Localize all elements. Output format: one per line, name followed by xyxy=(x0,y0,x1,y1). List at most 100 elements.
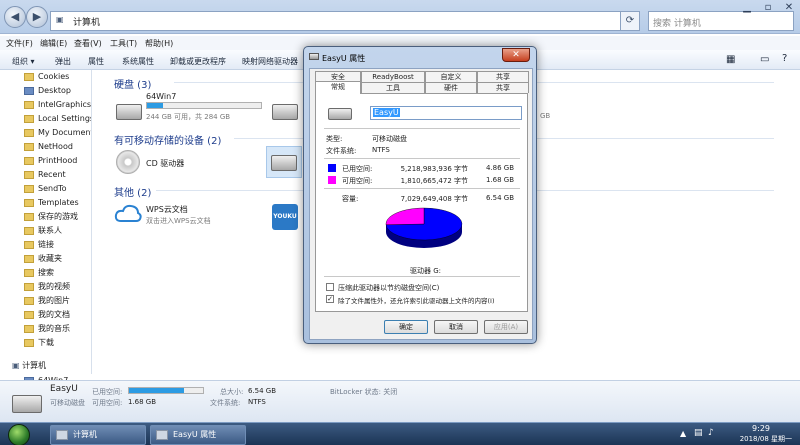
eject-button[interactable]: 弹出 xyxy=(55,56,71,67)
group-other[interactable]: 其他 (2) xyxy=(114,184,151,199)
disk-usage-pie xyxy=(385,207,463,248)
index-checkbox[interactable]: ✓ xyxy=(326,295,334,303)
nav-item[interactable]: 我的文档 xyxy=(24,308,91,322)
detail-free-value: 1.68 GB xyxy=(128,398,157,406)
nav-item[interactable]: IntelGraphicsP xyxy=(24,98,91,112)
cd-drive-name[interactable]: CD 驱动器 xyxy=(146,158,184,169)
drive-b-free: GB xyxy=(540,112,551,120)
nav-computer[interactable]: ▣ 计算机 xyxy=(12,360,46,371)
computer-small-icon: ▣ xyxy=(56,15,64,24)
tab-readyboost[interactable]: ReadyBoost xyxy=(361,71,425,82)
minimize-button[interactable]: ▁ xyxy=(736,0,758,18)
view-options-icon[interactable]: ▦ xyxy=(726,54,735,65)
address-bar[interactable]: ▣ 计算机 xyxy=(50,11,628,31)
nav-item[interactable]: 下载 xyxy=(24,336,91,350)
refresh-button[interactable]: ⟳ xyxy=(620,11,640,31)
youku-icon[interactable]: YOUKU xyxy=(272,204,298,230)
selected-drive-highlight[interactable] xyxy=(266,146,302,178)
group-removable[interactable]: 有可移动存储的设备 (2) xyxy=(114,132,221,147)
clock-date[interactable]: 2018/08 星期一 xyxy=(740,434,792,444)
search-placeholder: 搜索 计算机 xyxy=(653,19,701,29)
dialog-close-button[interactable]: ✕ xyxy=(502,48,530,62)
maximize-button[interactable]: ▫ xyxy=(758,0,778,18)
compress-checkbox[interactable] xyxy=(326,283,334,291)
properties-button[interactable]: 属性 xyxy=(88,56,104,67)
tab-hardware[interactable]: 硬件 xyxy=(425,82,477,93)
forward-button[interactable]: ▶ xyxy=(26,6,48,28)
hard-disk-icon xyxy=(272,104,298,120)
dialog-body: 安全 ReadyBoost 自定义 共享 常规 工具 硬件 共享 EasyU 类… xyxy=(309,68,533,340)
index-label[interactable]: 除了文件属性外，还允许索引此驱动器上文件的内容(I) xyxy=(338,295,526,305)
cd-drive-icon xyxy=(116,150,140,174)
nav-item[interactable]: 我的图片 xyxy=(24,294,91,308)
detail-bitlocker: BitLocker 状态: 关闭 xyxy=(330,388,398,396)
drive-c-usage-fill xyxy=(147,103,163,108)
cancel-button[interactable]: 取消 xyxy=(434,320,478,334)
clock-time[interactable]: 9:29 xyxy=(752,424,770,433)
usb-drive-icon xyxy=(271,155,297,171)
drive-c-name[interactable]: 64Win7 xyxy=(146,92,176,101)
help-icon[interactable]: ? xyxy=(782,53,787,64)
nav-item[interactable]: 保存的游戏 xyxy=(24,210,91,224)
menu-view[interactable]: 查看(V) xyxy=(74,38,102,49)
tray-show-hidden-icon[interactable]: ▲ xyxy=(680,429,686,438)
computer-icon: ▣ xyxy=(12,361,20,370)
nav-item[interactable]: Desktop xyxy=(24,84,91,98)
nav-item[interactable]: SendTo xyxy=(24,182,91,196)
menu-help[interactable]: 帮助(H) xyxy=(145,38,173,49)
network-icon[interactable]: ▤ xyxy=(694,428,703,438)
uninstall-program-button[interactable]: 卸载或更改程序 xyxy=(170,56,226,67)
nav-item[interactable]: 我的视频 xyxy=(24,280,91,294)
nav-item[interactable]: Recent xyxy=(24,168,91,182)
menu-file[interactable]: 文件(F) xyxy=(6,38,33,49)
pie-slice-free xyxy=(385,207,425,226)
usb-drive-icon xyxy=(328,108,352,120)
start-button[interactable] xyxy=(8,424,30,445)
detail-total-label: 总大小: xyxy=(220,388,244,396)
menu-tools[interactable]: 工具(T) xyxy=(110,38,137,49)
nav-item[interactable]: NetHood xyxy=(24,140,91,154)
apply-button[interactable]: 应用(A) xyxy=(484,320,528,334)
capacity-label: 容量: xyxy=(342,195,359,203)
detail-usage-fill xyxy=(129,388,184,393)
tab-customize[interactable]: 自定义 xyxy=(425,71,477,82)
nav-item[interactable]: 收藏夹 xyxy=(24,252,91,266)
nav-item[interactable]: Local Settings xyxy=(24,112,91,126)
wps-name[interactable]: WPS云文档 xyxy=(146,204,188,215)
map-network-drive-button[interactable]: 映射网络驱动器 xyxy=(242,56,298,67)
compress-label[interactable]: 压缩此驱动器以节约磁盘空间(C) xyxy=(338,283,439,293)
nav-item[interactable]: 联系人 xyxy=(24,224,91,238)
nav-item[interactable]: My Documents xyxy=(24,126,91,140)
nav-item[interactable]: 搜索 xyxy=(24,266,91,280)
taskbar-item-properties[interactable]: EasyU 属性 xyxy=(150,425,246,445)
close-button[interactable]: ✕ xyxy=(778,0,800,18)
tab-tools[interactable]: 工具 xyxy=(361,82,425,93)
hard-disk-icon xyxy=(116,104,142,120)
nav-item[interactable]: PrintHood xyxy=(24,154,91,168)
capacity-bytes: 7,029,649,408 字节 xyxy=(400,195,468,203)
usb-drive-icon xyxy=(12,395,42,413)
drive-name-input[interactable]: EasyU xyxy=(370,106,522,120)
nav-item[interactable]: Templates xyxy=(24,196,91,210)
taskbar-item-computer[interactable]: 计算机 xyxy=(50,425,146,445)
organize-button[interactable]: 组织 ▾ xyxy=(12,56,35,67)
separator xyxy=(324,188,520,189)
nav-item[interactable]: 我的音乐 xyxy=(24,322,91,336)
tab-custom[interactable]: 共享 xyxy=(477,71,529,82)
tab-general[interactable]: 常规 xyxy=(315,81,361,94)
free-bytes: 1,810,665,472 字节 xyxy=(400,177,468,185)
ok-button[interactable]: 确定 xyxy=(384,320,428,334)
volume-icon[interactable]: ♪ xyxy=(708,428,714,438)
detail-fs-label: 文件系统: xyxy=(210,399,241,407)
menu-edit[interactable]: 编辑(E) xyxy=(40,38,67,49)
taskbar: 计算机 EasyU 属性 ▲ ▤ ♪ 9:29 2018/08 星期一 xyxy=(0,422,800,445)
group-hard-disks[interactable]: 硬盘 (3) xyxy=(114,76,151,91)
system-properties-button[interactable]: 系统属性 xyxy=(122,56,154,67)
address-crumb[interactable]: 计算机 xyxy=(73,15,100,28)
nav-item[interactable]: 链接 xyxy=(24,238,91,252)
usb-drive-icon xyxy=(309,53,319,60)
back-button[interactable]: ◀ xyxy=(4,6,26,28)
tab-sharing[interactable]: 共享 xyxy=(477,82,529,93)
nav-item[interactable]: Cookies xyxy=(24,70,91,84)
preview-pane-icon[interactable]: ▭ xyxy=(760,54,769,65)
